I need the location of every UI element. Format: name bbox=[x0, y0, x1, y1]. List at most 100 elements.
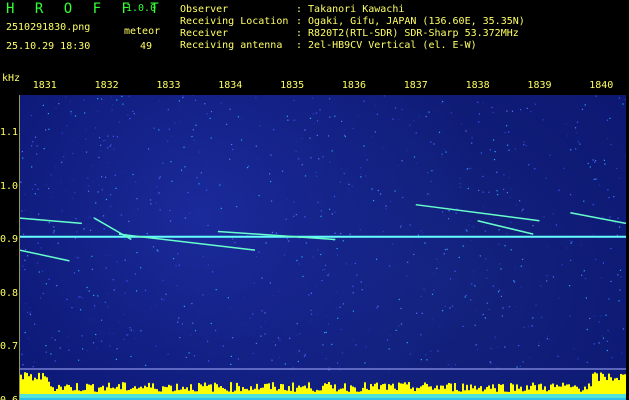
receiver-label: Receiver bbox=[180, 28, 229, 39]
noise-speck bbox=[29, 313, 32, 316]
noise-speck bbox=[40, 297, 42, 299]
noise-speck bbox=[210, 322, 212, 325]
noise-speck bbox=[489, 361, 491, 363]
noise-speck bbox=[430, 350, 432, 352]
noise-speck bbox=[324, 264, 327, 266]
noise-speck bbox=[383, 148, 385, 150]
noise-speck bbox=[471, 142, 473, 144]
noise-speck bbox=[57, 242, 59, 244]
noise-speck bbox=[348, 183, 350, 185]
noise-speck bbox=[255, 256, 257, 258]
noise-speck bbox=[494, 151, 496, 153]
noise-speck bbox=[128, 334, 130, 336]
noise-speck bbox=[462, 245, 464, 247]
noise-speck bbox=[292, 367, 294, 369]
noise-speck bbox=[503, 188, 505, 190]
noise-speck bbox=[87, 190, 90, 192]
noise-speck bbox=[482, 102, 484, 104]
noise-speck bbox=[38, 271, 40, 273]
noise-speck bbox=[407, 261, 409, 263]
noise-speck bbox=[625, 155, 626, 157]
noise-speck bbox=[292, 119, 295, 121]
noise-speck bbox=[542, 119, 544, 121]
noise-speck bbox=[365, 154, 367, 156]
noise-speck bbox=[296, 259, 298, 262]
noise-speck bbox=[97, 191, 99, 193]
noise-speck bbox=[610, 143, 612, 146]
noise-speck bbox=[379, 193, 382, 195]
noise-speck bbox=[617, 217, 619, 219]
noise-speck bbox=[361, 289, 363, 291]
noise-speck bbox=[427, 172, 429, 174]
noise-speck bbox=[162, 162, 164, 164]
noise-speck bbox=[185, 356, 187, 358]
noise-speck bbox=[183, 305, 185, 307]
noise-speck bbox=[506, 232, 508, 235]
meteor-count: 49 bbox=[140, 41, 153, 52]
noise-speck bbox=[167, 216, 170, 219]
noise-speck bbox=[99, 150, 101, 152]
noise-speck bbox=[482, 191, 484, 193]
noise-speck bbox=[152, 246, 155, 248]
noise-speck bbox=[92, 180, 94, 182]
noise-speck bbox=[400, 224, 402, 226]
noise-speck bbox=[467, 187, 469, 190]
noise-speck bbox=[439, 326, 441, 328]
noise-speck bbox=[374, 131, 376, 133]
noise-speck bbox=[569, 240, 571, 242]
noise-speck bbox=[312, 97, 314, 99]
noise-speck bbox=[538, 345, 540, 347]
meteor-echo bbox=[415, 203, 540, 222]
noise-speck bbox=[514, 148, 516, 150]
noise-speck bbox=[68, 349, 70, 351]
noise-speck bbox=[63, 156, 65, 158]
noise-speck bbox=[210, 111, 213, 113]
noise-speck bbox=[498, 289, 501, 291]
noise-speck bbox=[328, 366, 330, 368]
noise-speck bbox=[316, 175, 318, 177]
noise-speck bbox=[21, 151, 23, 153]
noise-speck bbox=[130, 355, 132, 358]
noise-speck bbox=[523, 141, 525, 143]
x-tick-label: 1838 bbox=[465, 80, 490, 91]
noise-speck bbox=[112, 135, 114, 137]
noise-speck bbox=[133, 330, 135, 332]
noise-speck bbox=[406, 342, 408, 344]
noise-speck bbox=[356, 274, 358, 276]
noise-speck bbox=[336, 248, 338, 250]
noise-speck bbox=[441, 153, 443, 155]
noise-speck bbox=[547, 245, 549, 248]
noise-speck bbox=[33, 361, 35, 363]
noise-speck bbox=[395, 329, 397, 331]
noise-speck bbox=[602, 216, 604, 218]
noise-speck bbox=[81, 335, 83, 337]
noise-speck bbox=[229, 158, 231, 160]
noise-speck bbox=[613, 196, 615, 198]
noise-speck bbox=[528, 164, 530, 166]
noise-speck bbox=[196, 177, 198, 179]
noise-speck bbox=[104, 139, 106, 142]
noise-speck bbox=[474, 285, 476, 287]
noise-speck bbox=[516, 306, 518, 308]
noise-speck bbox=[294, 119, 296, 121]
noise-speck bbox=[193, 139, 195, 141]
noise-speck bbox=[86, 286, 88, 289]
noise-speck bbox=[192, 95, 194, 97]
noise-speck bbox=[320, 253, 322, 256]
noise-speck bbox=[107, 135, 109, 137]
noise-speck bbox=[45, 184, 47, 186]
noise-speck bbox=[504, 131, 506, 134]
noise-speck bbox=[137, 208, 139, 210]
noise-speck bbox=[604, 163, 606, 165]
noise-speck bbox=[399, 226, 402, 228]
noise-speck bbox=[592, 159, 594, 161]
noise-speck bbox=[252, 313, 254, 315]
noise-speck bbox=[444, 305, 446, 307]
noise-speck bbox=[337, 317, 339, 319]
noise-speck bbox=[619, 226, 621, 228]
noise-speck bbox=[352, 127, 354, 129]
noise-speck bbox=[136, 252, 138, 254]
noise-speck bbox=[595, 258, 597, 260]
noise-speck bbox=[293, 99, 295, 102]
noise-speck bbox=[73, 178, 75, 181]
